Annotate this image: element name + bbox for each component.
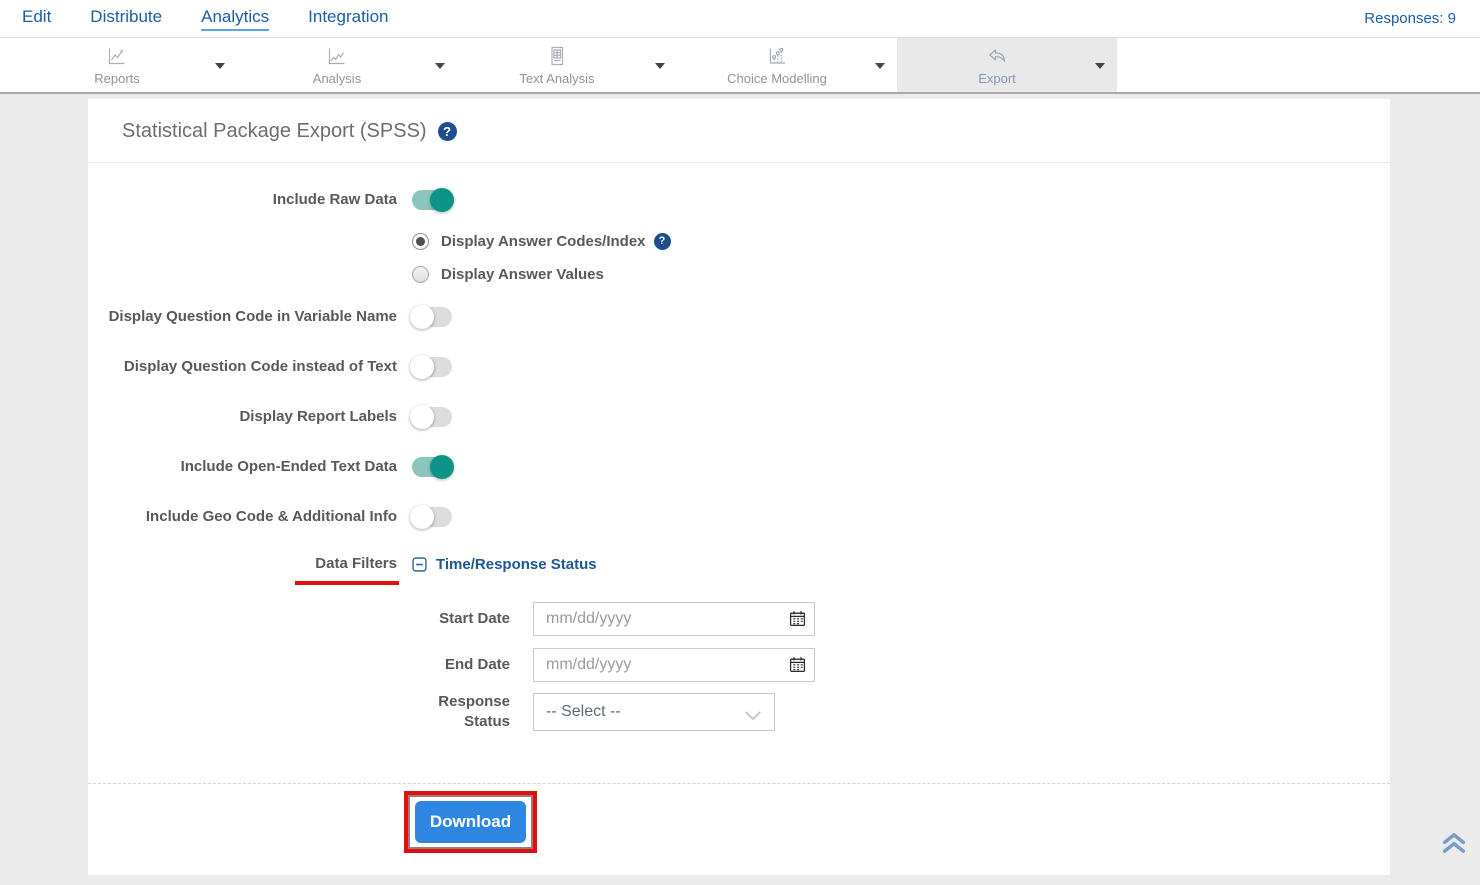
annotation-red-underline bbox=[295, 581, 399, 585]
select-value: -- Select -- bbox=[546, 703, 621, 721]
document-table-icon bbox=[544, 44, 570, 68]
toggle-label: Include Geo Code & Additional Info bbox=[88, 508, 397, 526]
tab-analysis-label: Analysis bbox=[313, 71, 361, 86]
collapse-minus-icon bbox=[412, 557, 427, 572]
start-date-row: Start Date bbox=[88, 602, 1390, 636]
double-chevron-up-icon bbox=[1440, 830, 1468, 856]
help-icon[interactable]: ? bbox=[654, 233, 671, 250]
toggle-knob bbox=[430, 455, 454, 479]
display-answer-codes-radio[interactable] bbox=[412, 233, 429, 250]
include-open-ended-text-toggle[interactable] bbox=[412, 457, 452, 477]
end-date-field-wrap bbox=[533, 648, 815, 682]
toggle-row-include-raw-data: Include Raw Data bbox=[88, 189, 1390, 211]
radio-label: Display Answer Codes/Index bbox=[441, 233, 646, 250]
radio-row-answer-values: Display Answer Values bbox=[412, 264, 1390, 284]
tab-text-analysis-col: Text Analysis bbox=[457, 38, 677, 92]
chevron-down-icon[interactable] bbox=[655, 63, 665, 69]
line-chart-icon bbox=[104, 44, 130, 68]
toggle-row-question-code-text: Display Question Code instead of Text bbox=[88, 356, 1390, 378]
toggle-label: Include Open-Ended Text Data bbox=[88, 458, 397, 476]
toggle-row-question-code-variable: Display Question Code in Variable Name bbox=[88, 306, 1390, 328]
answer-display-radio-group: Display Answer Codes/Index ? Display Ans… bbox=[412, 231, 1390, 284]
response-status-row: Response Status -- Select -- bbox=[88, 692, 1390, 733]
card-title-row: Statistical Package Export (SPSS) ? bbox=[88, 99, 1390, 163]
tab-reports-col: Reports bbox=[17, 38, 237, 92]
toggle-knob bbox=[410, 355, 434, 379]
tab-export-label: Export bbox=[978, 71, 1016, 86]
start-date-label: Start Date bbox=[88, 609, 510, 629]
end-date-row: End Date bbox=[88, 648, 1390, 682]
toggle-row-open-ended: Include Open-Ended Text Data bbox=[88, 456, 1390, 478]
scatter-chart-icon bbox=[764, 44, 790, 68]
tab-export-col: Export bbox=[897, 38, 1117, 92]
chevron-down-icon bbox=[744, 708, 762, 726]
chevron-down-icon[interactable] bbox=[1095, 63, 1105, 69]
menu-item-edit[interactable]: Edit bbox=[22, 7, 51, 31]
tab-export[interactable]: Export bbox=[897, 38, 1097, 92]
start-date-input[interactable] bbox=[533, 602, 815, 636]
data-filters-label: Data Filters bbox=[315, 555, 397, 572]
response-status-label: Response Status bbox=[88, 692, 510, 733]
download-area: Download bbox=[88, 784, 1390, 859]
toggle-label: Include Raw Data bbox=[88, 191, 397, 209]
menu-item-analytics[interactable]: Analytics bbox=[201, 7, 269, 31]
tab-text-analysis-label: Text Analysis bbox=[519, 71, 594, 86]
menu-item-distribute[interactable]: Distribute bbox=[90, 7, 162, 31]
question-code-instead-of-text-toggle[interactable] bbox=[412, 357, 452, 377]
data-filters-row: Data Filters Time/Response Status bbox=[88, 552, 1390, 576]
chevron-down-icon[interactable] bbox=[875, 63, 885, 69]
toggle-label: Display Report Labels bbox=[88, 408, 397, 426]
response-status-select[interactable]: -- Select -- bbox=[533, 693, 775, 731]
area-chart-icon bbox=[324, 44, 350, 68]
menu-item-integration[interactable]: Integration bbox=[308, 7, 388, 31]
export-form: Include Raw Data Display Answer Codes/In… bbox=[88, 163, 1390, 859]
display-report-labels-toggle[interactable] bbox=[412, 407, 452, 427]
calendar-icon[interactable] bbox=[789, 610, 806, 632]
tab-reports[interactable]: Reports bbox=[17, 38, 217, 92]
toggle-knob bbox=[410, 305, 434, 329]
radio-label: Display Answer Values bbox=[441, 266, 604, 283]
tab-analysis[interactable]: Analysis bbox=[237, 38, 437, 92]
tab-text-analysis[interactable]: Text Analysis bbox=[457, 38, 657, 92]
end-date-label: End Date bbox=[88, 655, 510, 675]
tab-choice-modelling[interactable]: Choice Modelling bbox=[677, 38, 877, 92]
toggle-knob bbox=[430, 188, 454, 212]
tab-choice-modelling-label: Choice Modelling bbox=[727, 71, 827, 86]
data-filters-label-wrap: Data Filters bbox=[88, 555, 397, 573]
response-status-label-text: Response Status bbox=[426, 692, 510, 733]
toggle-label: Display Question Code instead of Text bbox=[88, 358, 397, 376]
toggle-row-report-labels: Display Report Labels bbox=[88, 406, 1390, 428]
chevron-down-icon[interactable] bbox=[435, 63, 445, 69]
calendar-icon[interactable] bbox=[789, 656, 806, 678]
time-response-status-title: Time/Response Status bbox=[436, 556, 597, 573]
time-response-status-section-toggle[interactable]: Time/Response Status bbox=[412, 556, 597, 573]
analytics-toolbar: Reports Analysis Text Analysis Choice Mo… bbox=[0, 38, 1480, 94]
export-arrow-icon bbox=[984, 44, 1010, 68]
tab-analysis-col: Analysis bbox=[237, 38, 457, 92]
radio-row-codes-index: Display Answer Codes/Index ? bbox=[412, 231, 1390, 251]
end-date-input[interactable] bbox=[533, 648, 815, 682]
include-geo-code-toggle[interactable] bbox=[412, 507, 452, 527]
toggle-row-geo-code: Include Geo Code & Additional Info bbox=[88, 506, 1390, 528]
top-menu-items: Edit Distribute Analytics Integration bbox=[22, 7, 388, 31]
page-title: Statistical Package Export (SPSS) bbox=[122, 120, 427, 143]
tab-reports-label: Reports bbox=[94, 71, 140, 86]
tab-choice-modelling-col: Choice Modelling bbox=[677, 38, 897, 92]
responses-count[interactable]: Responses: 9 bbox=[1364, 10, 1456, 27]
question-code-in-variable-name-toggle[interactable] bbox=[412, 307, 452, 327]
scroll-to-top-button[interactable] bbox=[1440, 830, 1468, 861]
include-raw-data-toggle[interactable] bbox=[412, 190, 452, 210]
radio-dot bbox=[416, 237, 425, 246]
start-date-field-wrap bbox=[533, 602, 815, 636]
download-button[interactable]: Download bbox=[415, 801, 526, 843]
display-answer-values-radio[interactable] bbox=[412, 266, 429, 283]
toggle-knob bbox=[410, 505, 434, 529]
help-icon[interactable]: ? bbox=[438, 122, 457, 141]
toggle-knob bbox=[410, 405, 434, 429]
top-menu-bar: Edit Distribute Analytics Integration Re… bbox=[0, 0, 1480, 38]
toggle-label: Display Question Code in Variable Name bbox=[88, 308, 397, 326]
export-settings-card: Statistical Package Export (SPSS) ? Incl… bbox=[88, 99, 1390, 875]
chevron-down-icon[interactable] bbox=[215, 63, 225, 69]
annotation-red-box: Download bbox=[404, 791, 537, 853]
